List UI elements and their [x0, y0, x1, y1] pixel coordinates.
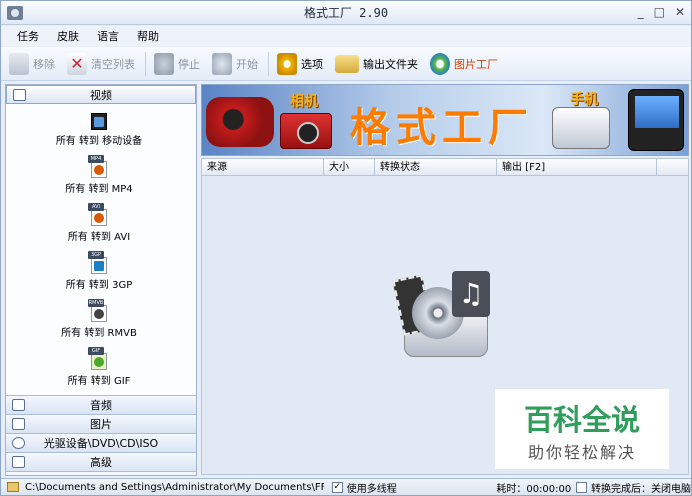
folder-icon[interactable] — [7, 482, 19, 492]
output-path: C:\Documents and Settings\Administrator\… — [24, 481, 324, 493]
column-size[interactable]: 大小 — [324, 159, 375, 175]
start-icon — [212, 52, 232, 75]
gif-file-icon: GIF — [88, 347, 110, 370]
avi-file-icon: AVI — [88, 203, 110, 226]
remove-icon — [9, 52, 29, 75]
category-video[interactable]: 视频 — [6, 85, 196, 104]
options-icon — [277, 52, 297, 75]
elapsed-time: 耗时：00:00:00 — [496, 483, 572, 495]
shutdown-checkbox[interactable] — [576, 481, 588, 493]
menu-task[interactable]: 任务 — [17, 28, 39, 44]
category-sidebar: 视频 所有 转到 移动设备 MP4 所有 转到 MP4 AVI 所有 转到 AV… — [5, 84, 197, 476]
menu-language[interactable]: 语言 — [97, 28, 119, 44]
picture-factory-icon — [430, 52, 450, 75]
phone-label: 手机 — [570, 92, 598, 108]
category-audio[interactable]: 音频 — [6, 396, 196, 415]
column-source[interactable]: 来源 — [202, 159, 324, 175]
smartphone-icon — [628, 89, 684, 151]
multithread-label: 使用多线程 — [346, 483, 397, 495]
video-camera-icon — [206, 97, 274, 147]
title-bar: 格式工厂 2.90 _ □ ✕ — [1, 1, 691, 25]
status-bar: C:\Documents and Settings\Administrator\… — [1, 478, 691, 495]
task-list-area[interactable]: ♫ 百科全说 助你轻松解决 — [201, 176, 689, 475]
mobile-device-icon — [88, 108, 110, 130]
minimize-button[interactable]: _ — [638, 5, 644, 19]
audio-category-icon — [12, 399, 25, 411]
menu-skin[interactable]: 皮肤 — [57, 28, 79, 44]
toolbar-separator — [268, 51, 269, 76]
watermark: 百科全说 助你轻松解决 — [495, 389, 669, 469]
mp4-file-icon: MP4 — [88, 155, 110, 178]
phone-icon — [552, 107, 610, 149]
product-banner: 相机 格式工厂 手机 — [201, 84, 689, 156]
multithread-checkbox[interactable]: ✓ — [331, 481, 343, 493]
advanced-category-icon — [12, 456, 25, 468]
category-picture[interactable]: 图片 — [6, 415, 196, 434]
3gp-file-icon: 3GP — [88, 251, 110, 274]
options-button[interactable]: 选项 — [277, 52, 323, 75]
picture-category-icon — [12, 418, 25, 430]
brand-title: 格式工厂 — [350, 104, 534, 151]
start-button[interactable]: 开始 — [212, 52, 258, 75]
category-advanced[interactable]: 高级 — [6, 453, 196, 472]
maximize-button[interactable]: □ — [654, 5, 665, 19]
stop-icon — [154, 52, 174, 75]
list-item-3gp[interactable]: 3GP 所有 转到 3GP — [6, 250, 192, 296]
window-title: 格式工厂 2.90 — [303, 6, 389, 20]
list-item-mp4[interactable]: MP4 所有 转到 MP4 — [6, 154, 192, 200]
category-rom-device[interactable]: 光驱设备\DVD\CD\ISO — [6, 434, 196, 453]
video-items-list: 所有 转到 移动设备 MP4 所有 转到 MP4 AVI 所有 转到 AVI 3… — [6, 104, 196, 408]
photo-camera-icon — [280, 113, 332, 149]
list-item-gif[interactable]: GIF 所有 转到 GIF — [6, 346, 192, 392]
toolbar-separator — [145, 51, 146, 76]
after-conversion-label: 转换完成后：关闭电脑 — [591, 483, 692, 495]
close-button[interactable]: ✕ — [675, 5, 685, 19]
video-category-icon — [13, 89, 26, 101]
column-output[interactable]: 输出 [F2] — [497, 159, 657, 175]
clear-list-button[interactable]: ✕ 清空列表 — [67, 52, 135, 75]
list-item-rmvb[interactable]: RMVB 所有 转到 RMVB — [6, 298, 192, 344]
rmvb-file-icon: RMVB — [88, 299, 110, 322]
task-table-header: 来源 大小 转换状态 输出 [F2] — [201, 158, 689, 176]
list-item-avi[interactable]: AVI 所有 转到 AVI — [6, 202, 192, 248]
output-folder-button[interactable]: 输出文件夹 — [335, 54, 418, 73]
menu-bar: 任务 皮肤 语言 帮助 — [1, 26, 691, 46]
remove-button[interactable]: 移除 — [9, 52, 55, 75]
disc-category-icon — [12, 437, 25, 449]
format-factory-logo-icon: ♫ — [392, 271, 494, 363]
output-folder-icon — [335, 54, 359, 73]
camera-label: 相机 — [290, 94, 318, 110]
app-window: 格式工厂 2.90 _ □ ✕ 任务 皮肤 语言 帮助 移除 ✕ 清空列表 停止… — [0, 0, 692, 496]
clear-list-icon: ✕ — [67, 52, 87, 75]
toolbar: 移除 ✕ 清空列表 停止 开始 选项 输出文件夹 图片工厂 — [1, 47, 691, 81]
picture-factory-button[interactable]: 图片工厂 — [430, 52, 498, 75]
menu-help[interactable]: 帮助 — [137, 28, 159, 44]
list-item-mobile[interactable]: 所有 转到 移动设备 — [6, 106, 192, 152]
column-status[interactable]: 转换状态 — [375, 159, 497, 175]
stop-button[interactable]: 停止 — [154, 52, 200, 75]
